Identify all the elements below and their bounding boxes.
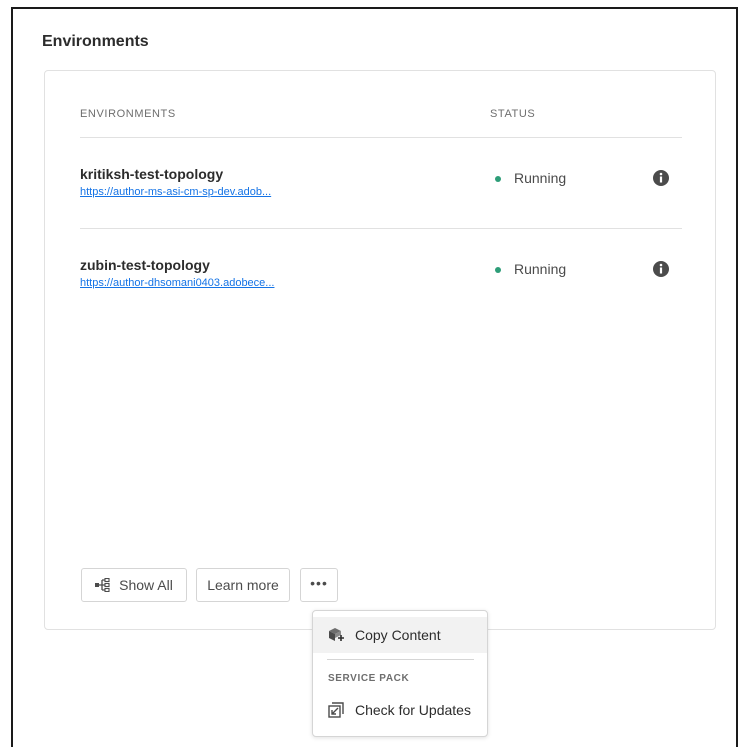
menu-section-label: SERVICE PACK [328, 673, 410, 684]
column-header-status: STATUS [490, 108, 536, 120]
environment-name: kritiksh-test-topology [80, 166, 224, 182]
column-header-environments: ENVIRONMENTS [80, 108, 176, 120]
status-text: Running [514, 261, 567, 277]
learn-more-button[interactable]: Learn more [196, 568, 290, 602]
table-row: zubin-test-topology https://author-dhsom… [45, 229, 717, 319]
tree-icon [95, 578, 110, 592]
panel-frame: Environments ENVIRONMENTS STATUS kritiks… [11, 7, 738, 747]
copy-content-icon [329, 628, 344, 641]
environments-card: ENVIRONMENTS STATUS kritiksh-test-topolo… [44, 70, 716, 630]
status-dot [495, 176, 501, 182]
show-all-button[interactable]: Show All [81, 568, 187, 602]
check-updates-icon [328, 702, 344, 718]
environment-name: zubin-test-topology [80, 257, 210, 273]
copy-content-label: Copy Content [355, 627, 441, 643]
more-actions-button[interactable]: ••• [300, 568, 338, 602]
status-dot [495, 267, 501, 273]
show-all-label: Show All [119, 577, 173, 593]
info-icon[interactable] [652, 260, 670, 278]
environment-url-link[interactable]: https://author-ms-asi-cm-sp-dev.adob... [80, 186, 271, 198]
status-text: Running [514, 170, 567, 186]
section-title: Environments [42, 33, 149, 50]
actions-menu: Copy Content SERVICE PACK Check for Upda… [312, 610, 488, 737]
check-for-updates-label: Check for Updates [355, 702, 471, 718]
check-for-updates-menu-item[interactable]: Check for Updates [313, 692, 487, 728]
menu-divider [327, 659, 474, 660]
environment-url-link[interactable]: https://author-dhsomani0403.adobece... [80, 277, 274, 289]
table-row: kritiksh-test-topology https://author-ms… [45, 138, 717, 228]
info-icon[interactable] [652, 169, 670, 187]
copy-content-menu-item[interactable]: Copy Content [313, 617, 487, 653]
